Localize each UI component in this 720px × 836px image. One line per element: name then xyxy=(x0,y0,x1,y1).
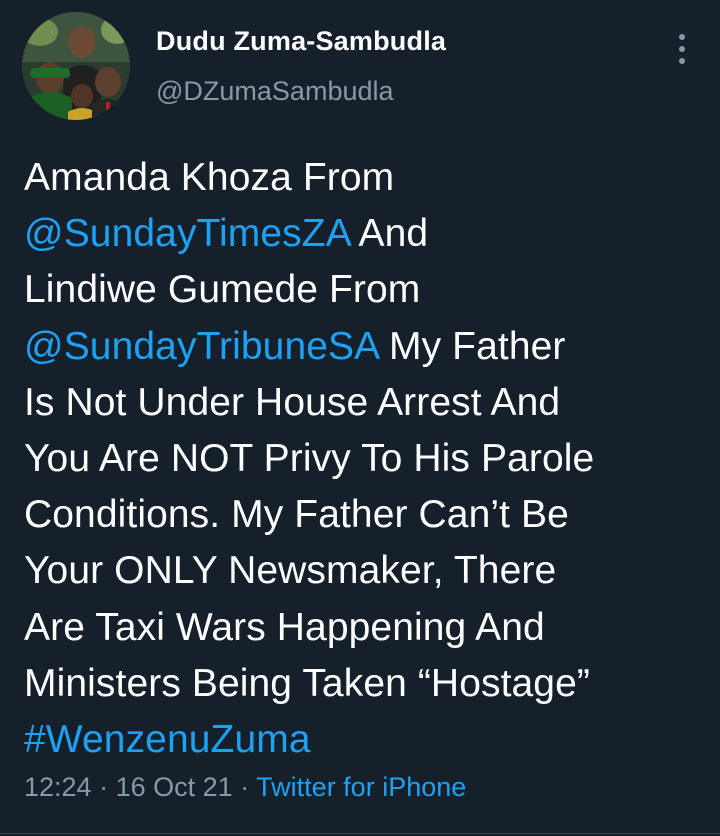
tweet-text-line: @SundayTribuneSA My Father xyxy=(24,319,704,375)
tweet-header: Dudu Zuma-Sambudla @DZumaSambudla xyxy=(22,12,702,122)
tweet-text-segment: Are Taxi Wars Happening And xyxy=(24,605,545,649)
mention-link[interactable]: @SundayTribuneSA xyxy=(24,325,378,368)
more-vertical-icon[interactable] xyxy=(672,32,692,66)
tweet-date[interactable]: 16 Oct 21 xyxy=(116,772,233,802)
tweet-text-segment: Lindiwe Gumede From xyxy=(24,268,421,312)
tweet-text-segment: My Father xyxy=(378,324,566,368)
tweet-text-line: Your ONLY Newsmaker, There xyxy=(24,543,704,599)
tweet-text-line: Amanda Khoza From xyxy=(24,150,704,206)
tweet-time[interactable]: 12:24 xyxy=(24,772,92,802)
tweet-card: Dudu Zuma-Sambudla @DZumaSambudla Amanda… xyxy=(0,0,720,836)
mention-link[interactable]: @SundayTimesZA xyxy=(24,212,350,255)
tweet-text-line: Is Not Under House Arrest And xyxy=(24,375,704,431)
tweet-text-segment: Your ONLY Newsmaker, There xyxy=(24,549,557,593)
more-dot xyxy=(679,58,685,64)
hashtag-link[interactable]: #WenzenuZuma xyxy=(24,718,311,761)
tweet-text-segment: Ministers Being Taken “Hostage” xyxy=(24,661,590,705)
tweet-text-line: You Are NOT Privy To His Parole xyxy=(24,431,704,487)
tweet-text-line: Ministers Being Taken “Hostage” xyxy=(24,656,704,712)
author-handle[interactable]: @DZumaSambudla xyxy=(156,76,394,107)
tweet-text-segment: Conditions. My Father Can’t Be xyxy=(24,493,569,537)
tweet-text: Amanda Khoza From @SundayTimesZA And Lindi… xyxy=(24,150,704,768)
tweet-text-segment: Amanda Khoza From xyxy=(24,156,395,199)
more-dot xyxy=(679,34,685,40)
author-display-name[interactable]: Dudu Zuma-Sambudla xyxy=(156,26,446,57)
tweet-text-segment: And xyxy=(349,212,429,256)
tweet-text-line: Conditions. My Father Can’t Be xyxy=(24,487,704,543)
meta-separator: · xyxy=(232,772,257,802)
tweet-text-line: Are Taxi Wars Happening And xyxy=(24,600,704,656)
tweet-text-line: #WenzenuZuma xyxy=(24,712,704,768)
meta-separator: · xyxy=(91,772,116,802)
more-dot xyxy=(679,46,685,52)
divider xyxy=(0,833,720,834)
tweet-source-link[interactable]: Twitter for iPhone xyxy=(256,772,466,802)
avatar-photo xyxy=(22,12,130,120)
tweet-text-segment: Is Not Under House Arrest And xyxy=(24,380,561,424)
tweet-text-segment: You Are NOT Privy To His Parole xyxy=(24,437,595,481)
tweet-text-line: Lindiwe Gumede From xyxy=(24,262,704,318)
tweet-text-line: @SundayTimesZA And xyxy=(24,206,704,262)
avatar[interactable] xyxy=(22,12,130,120)
tweet-meta: 12:24 · 16 Oct 21 · Twitter for iPhone xyxy=(24,772,466,803)
